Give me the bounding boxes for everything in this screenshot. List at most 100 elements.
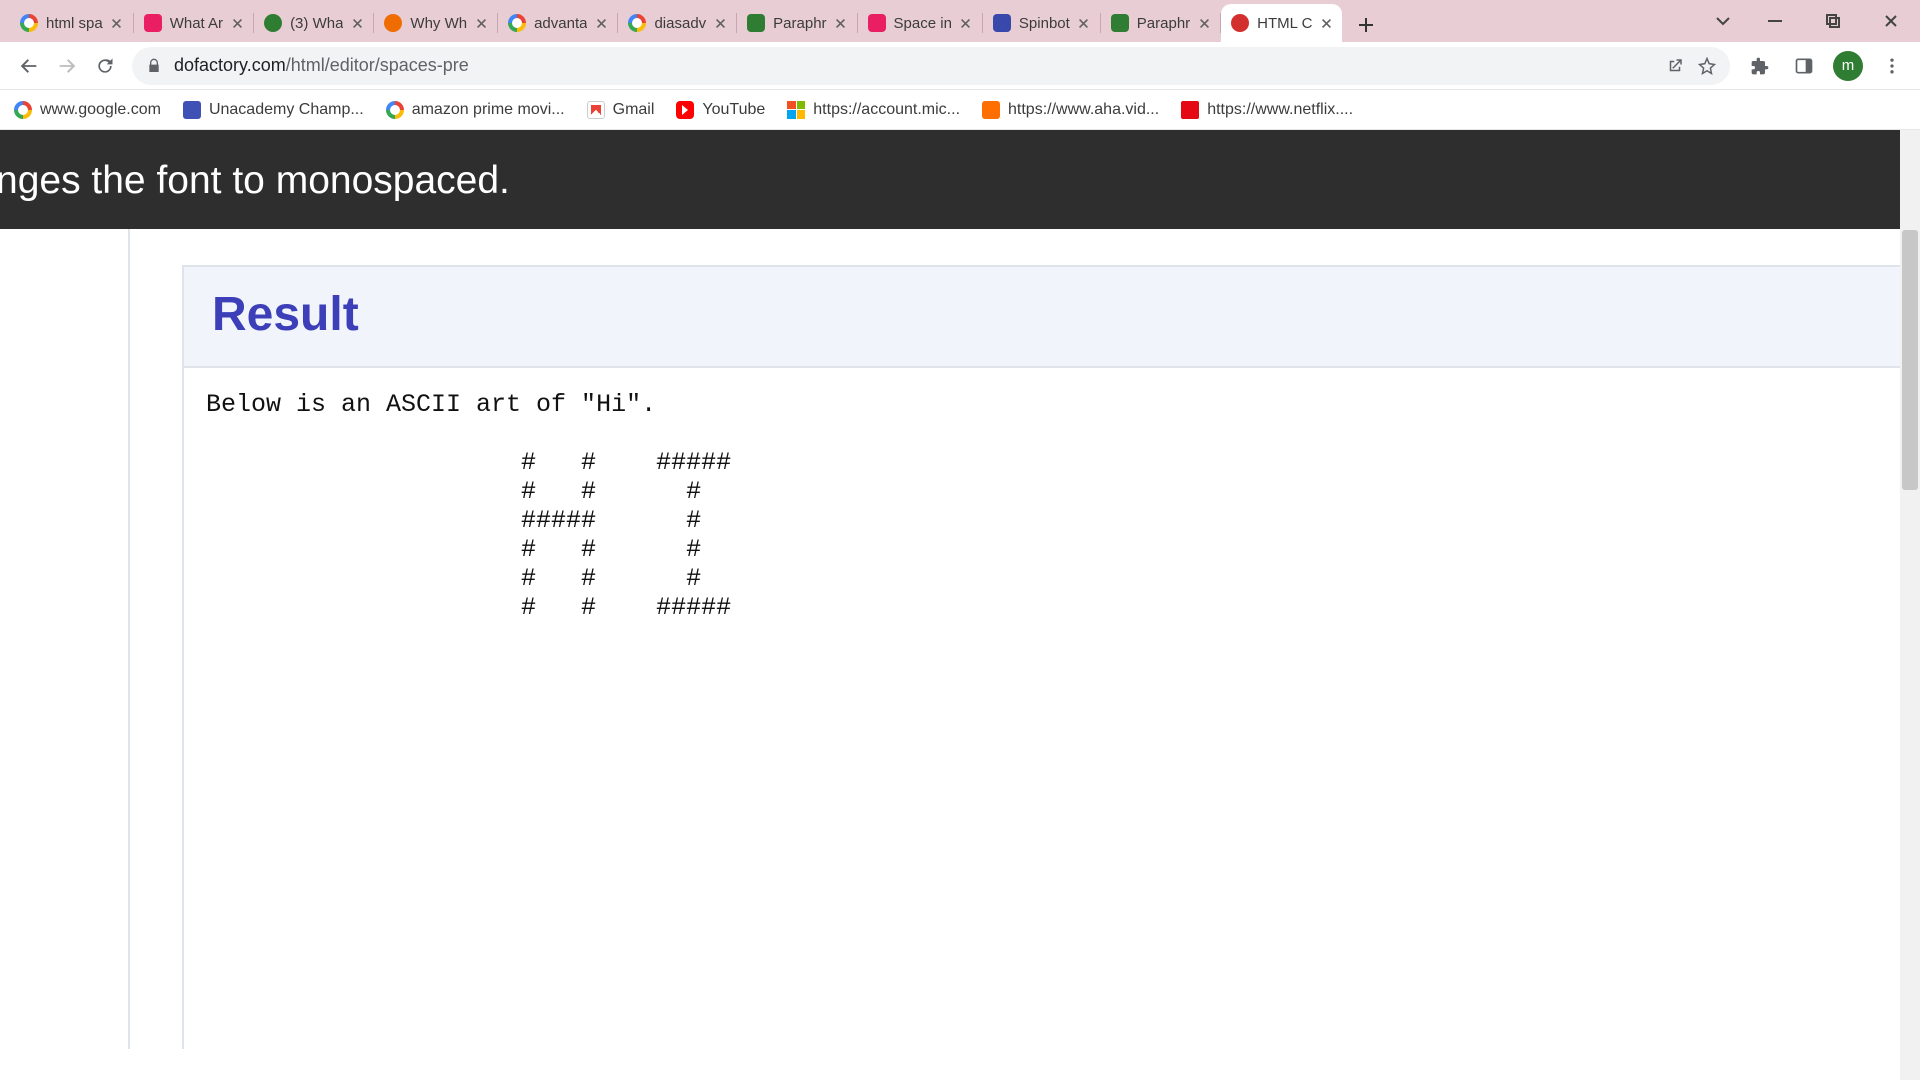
editor-left-panel: [0, 229, 130, 1049]
tab-search-button[interactable]: [1700, 0, 1746, 42]
bookmark-item[interactable]: https://www.netflix....: [1181, 101, 1353, 119]
close-icon: [835, 18, 846, 29]
avatar-initial: m: [1833, 51, 1863, 81]
google-icon: [508, 14, 526, 32]
nav-reload-button[interactable]: [86, 47, 124, 85]
tab-label: What Ar: [170, 15, 223, 32]
extensions-button[interactable]: [1742, 48, 1778, 84]
vertical-scrollbar[interactable]: [1900, 130, 1920, 1080]
window-controls: [1700, 0, 1920, 42]
address-url: dofactory.com/html/editor/spaces-pre: [174, 55, 1666, 76]
tab-close-button[interactable]: [109, 15, 125, 31]
tab-close-button[interactable]: [1318, 15, 1334, 31]
nf-icon: [1181, 101, 1199, 119]
bookmark-item[interactable]: www.google.com: [14, 101, 161, 119]
page-header-strip: nges the font to monospaced.: [0, 130, 1900, 229]
bookmark-item[interactable]: https://www.aha.vid...: [982, 101, 1159, 119]
window-minimize-button[interactable]: [1746, 0, 1804, 42]
browser-tab[interactable]: Space in: [858, 4, 982, 42]
tab-label: Spinbot: [1019, 15, 1070, 32]
ms-icon: [787, 101, 805, 119]
chevron-down-icon: [1715, 13, 1731, 29]
tab-close-button[interactable]: [1076, 15, 1092, 31]
google-icon: [20, 14, 38, 32]
nav-forward-button[interactable]: [48, 47, 86, 85]
orange-circ-icon: [384, 14, 402, 32]
window-close-button[interactable]: [1862, 0, 1920, 42]
tab-close-button[interactable]: [958, 15, 974, 31]
browser-tab[interactable]: (3) Wha: [254, 4, 373, 42]
tab-close-button[interactable]: [712, 15, 728, 31]
browser-tab[interactable]: html spa: [10, 4, 133, 42]
window-maximize-button[interactable]: [1804, 0, 1862, 42]
bookmark-label: https://www.netflix....: [1207, 101, 1353, 119]
quill-green-icon: [747, 14, 765, 32]
browser-tab[interactable]: HTML C: [1221, 4, 1342, 42]
address-path: /html/editor/spaces-pre: [286, 55, 469, 75]
bookmark-label: amazon prime movi...: [412, 101, 565, 119]
plus-icon: [1358, 17, 1374, 33]
new-tab-button[interactable]: [1349, 8, 1383, 42]
share-icon[interactable]: [1666, 57, 1684, 75]
bookmark-item[interactable]: YouTube: [676, 101, 765, 119]
tab-close-button[interactable]: [593, 15, 609, 31]
bookmark-label: Unacademy Champ...: [209, 101, 364, 119]
tab-label: Paraphr: [773, 15, 826, 32]
nav-back-button[interactable]: [10, 47, 48, 85]
bookmark-star-icon[interactable]: [1698, 57, 1716, 75]
tab-label: Space in: [894, 15, 952, 32]
close-icon: [1199, 18, 1210, 29]
tab-close-button[interactable]: [349, 15, 365, 31]
tab-label: advanta: [534, 15, 587, 32]
browser-tab[interactable]: Spinbot: [983, 4, 1100, 42]
tab-close-button[interactable]: [1196, 15, 1212, 31]
result-panel-header: Result: [184, 267, 1902, 368]
bookmark-item[interactable]: Unacademy Champ...: [183, 101, 364, 119]
bookmark-item[interactable]: Gmail: [587, 101, 655, 119]
quill-pink-icon: [868, 14, 886, 32]
tab-close-button[interactable]: [229, 15, 245, 31]
side-panel-button[interactable]: [1786, 48, 1822, 84]
lock-icon: [146, 58, 162, 74]
close-icon: [715, 18, 726, 29]
profile-avatar[interactable]: m: [1830, 48, 1866, 84]
result-pre-output: Below is an ASCII art of "Hi". # # #####…: [184, 368, 1902, 644]
close-icon: [111, 18, 122, 29]
chrome-menu-button[interactable]: [1874, 48, 1910, 84]
address-bar[interactable]: dofactory.com/html/editor/spaces-pre: [132, 47, 1730, 85]
kebab-icon: [1882, 56, 1902, 76]
browser-tab[interactable]: Why Wh: [374, 4, 497, 42]
browser-tab-strip: html spa What Ar (3) Wha Why Wh advanta diasa…: [0, 0, 1920, 42]
quill-green-icon: [1111, 14, 1129, 32]
close-icon: [1321, 18, 1332, 29]
browser-tab[interactable]: Paraphr: [737, 4, 856, 42]
bookmark-item[interactable]: amazon prime movi...: [386, 101, 565, 119]
tab-label: (3) Wha: [290, 15, 343, 32]
scrollbar-thumb[interactable]: [1902, 230, 1918, 490]
browser-tab[interactable]: advanta: [498, 4, 617, 42]
minimize-icon: [1768, 14, 1782, 28]
result-panel: Result Below is an ASCII art of "Hi". # …: [182, 265, 1902, 1049]
spin-icon: [993, 14, 1011, 32]
do-icon: [1231, 14, 1249, 32]
bookmark-item[interactable]: https://account.mic...: [787, 101, 960, 119]
arrow-right-icon: [56, 55, 78, 77]
reload-icon: [95, 56, 115, 76]
result-heading: Result: [212, 287, 1874, 342]
tab-close-button[interactable]: [473, 15, 489, 31]
browser-tab[interactable]: Paraphr: [1101, 4, 1220, 42]
bookmark-label: https://account.mic...: [813, 101, 960, 119]
tab-label: Why Wh: [410, 15, 467, 32]
tab-label: Paraphr: [1137, 15, 1190, 32]
arrow-left-icon: [18, 55, 40, 77]
browser-tab[interactable]: What Ar: [134, 4, 253, 42]
browser-tab[interactable]: diasadv: [618, 4, 736, 42]
quill-pink-icon: [144, 14, 162, 32]
tab-label: html spa: [46, 15, 103, 32]
maximize-icon: [1826, 14, 1840, 28]
close-icon: [476, 18, 487, 29]
google-icon: [14, 101, 32, 119]
yt-icon: [676, 101, 694, 119]
bookmark-label: Gmail: [613, 101, 655, 119]
tab-close-button[interactable]: [833, 15, 849, 31]
